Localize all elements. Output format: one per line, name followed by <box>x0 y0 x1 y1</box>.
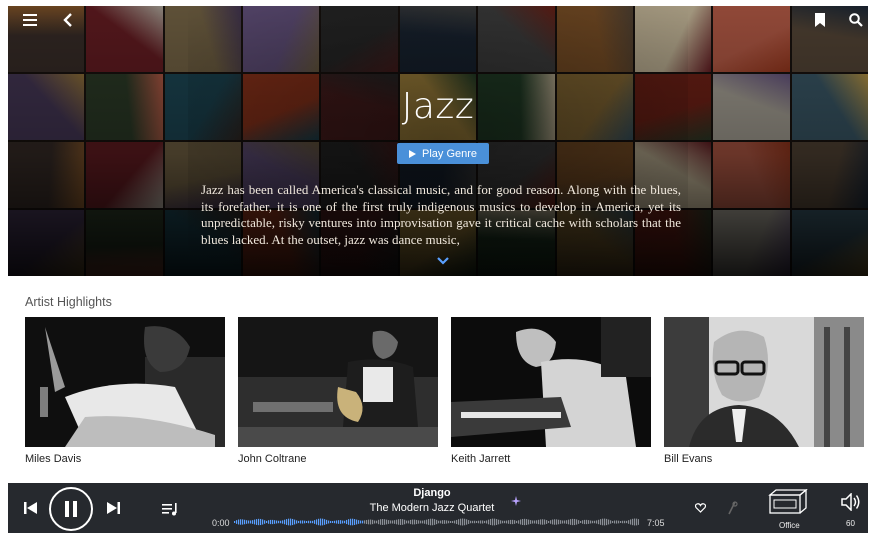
artist-name: Bill Evans <box>664 453 713 465</box>
search-icon <box>849 13 863 27</box>
artist-photo <box>25 317 225 447</box>
play-icon <box>408 149 416 158</box>
zone-device-icon <box>768 489 808 514</box>
seek-waveform[interactable] <box>234 516 639 528</box>
elapsed-time: 0:00 <box>212 518 230 528</box>
previous-button[interactable] <box>22 500 40 516</box>
play-pause-button[interactable] <box>49 487 93 531</box>
radio-button[interactable] <box>724 499 740 517</box>
artist-name: Miles Davis <box>25 453 82 465</box>
genre-description: Jazz has been called America's classical… <box>201 182 681 247</box>
now-playing-bar: Django The Modern Jazz Quartet 0:00 7:05… <box>8 483 868 533</box>
artist-name: Keith Jarrett <box>451 453 511 465</box>
artist-photo <box>238 317 438 447</box>
radio-icon <box>728 501 738 515</box>
heart-icon <box>694 503 706 513</box>
volume-level: 60 <box>846 519 855 528</box>
favorite-button[interactable] <box>692 501 708 515</box>
artist-highlights-row: Miles Davis John Coltrane Keith Jarrett … <box>25 317 865 469</box>
back-icon <box>63 13 72 27</box>
queue-icon <box>161 502 177 515</box>
skip-previous-icon <box>24 502 37 514</box>
play-genre-label: Play Genre <box>421 147 478 160</box>
pause-icon <box>65 501 77 517</box>
back-button[interactable] <box>56 10 80 30</box>
next-button[interactable] <box>104 500 122 516</box>
queue-button[interactable] <box>160 501 180 517</box>
zone-name[interactable]: Office <box>779 521 800 530</box>
menu-button[interactable] <box>18 10 42 30</box>
genre-hero: Jazz Play Genre Jazz has been called Ame… <box>8 6 868 276</box>
bookmark-button[interactable] <box>808 10 832 30</box>
search-button[interactable] <box>844 10 868 30</box>
artist-card-bill-evans[interactable]: Bill Evans <box>664 317 864 469</box>
track-title[interactable]: Django <box>332 487 532 499</box>
chevron-down-icon[interactable] <box>436 256 450 266</box>
bookmark-icon <box>815 13 825 27</box>
artist-card-miles-davis[interactable]: Miles Davis <box>25 317 225 469</box>
genre-title: Jazz <box>401 86 475 127</box>
zone-button[interactable] <box>766 489 808 517</box>
artist-photo <box>664 317 864 447</box>
skip-next-icon <box>107 502 120 514</box>
artist-card-keith-jarrett[interactable]: Keith Jarrett <box>451 317 651 469</box>
artist-photo <box>451 317 651 447</box>
artist-highlights-title: Artist Highlights <box>25 295 112 309</box>
artist-name: John Coltrane <box>238 453 307 465</box>
total-time: 7:05 <box>647 518 665 528</box>
volume-button[interactable] <box>840 491 862 513</box>
play-genre-button[interactable]: Play Genre <box>397 143 489 164</box>
sparkle-icon[interactable] <box>511 496 521 506</box>
volume-icon <box>841 493 860 511</box>
artist-card-john-coltrane[interactable]: John Coltrane <box>238 317 438 469</box>
menu-icon <box>23 14 37 26</box>
track-artist[interactable]: The Modern Jazz Quartet <box>332 502 532 514</box>
